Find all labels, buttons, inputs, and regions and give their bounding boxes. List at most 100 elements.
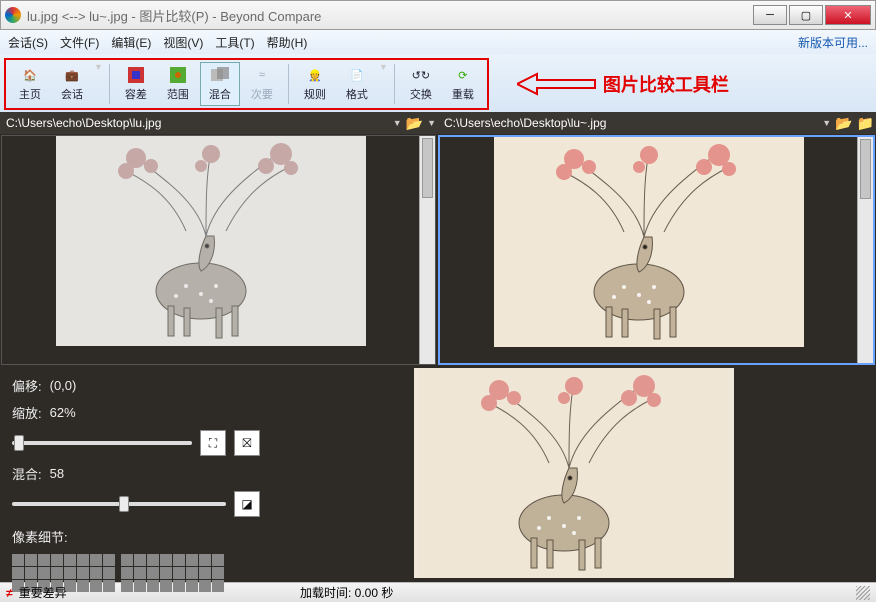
folder-icon[interactable]: 📁: [857, 115, 874, 132]
blend-label: 混合:: [12, 464, 42, 483]
format-icon: 📄: [347, 66, 367, 84]
left-path-input[interactable]: C:\Users\echo\Desktop\lu.jpg: [2, 116, 389, 130]
menu-edit[interactable]: 编辑(E): [111, 34, 151, 51]
right-scrollbar[interactable]: [857, 137, 873, 363]
home-button[interactable]: 🏠 主页: [10, 62, 50, 106]
session-label: 会话: [61, 86, 83, 102]
range-label: 范围: [167, 86, 189, 102]
deer-illustration: [494, 137, 804, 347]
format-label: 格式: [346, 86, 368, 102]
secondary-icon: ≈: [252, 66, 272, 84]
right-path-input[interactable]: C:\Users\echo\Desktop\lu~.jpg: [440, 116, 818, 130]
right-canvas: [440, 137, 857, 363]
picture-compare-toolbar: 🏠 主页 💼 会话 ▼ 容差 范围 混合 ≈ 次要 👷 规则 📄 格式 ▼ ↺↻交换 ⟳ 重…: [4, 58, 489, 110]
reload-icon: ⟳: [453, 66, 473, 84]
zoom-row: 缩放: 62%: [12, 403, 260, 422]
menu-session[interactable]: 会话(S): [8, 34, 48, 51]
tolerance-label: 容差: [125, 86, 147, 102]
chevron-down-icon[interactable]: ▼: [427, 118, 436, 128]
blend-value: 58: [50, 466, 64, 481]
minimize-button[interactable]: ─: [753, 5, 787, 25]
invert-button[interactable]: ◪: [234, 491, 260, 517]
right-path-area: C:\Users\echo\Desktop\lu~.jpg ▼ 📂 📁: [438, 115, 876, 132]
lower-panel: 偏移: (0,0) 缩放: 62% ⛶ ⛝ 混合: 58 ◪ 像素细节:: [0, 366, 876, 582]
zoom-value: 62%: [50, 405, 76, 420]
actual-size-button[interactable]: ⛝: [234, 430, 260, 456]
rules-button[interactable]: 👷 规则: [295, 62, 335, 106]
annotation-text: 图片比较工具栏: [603, 71, 729, 97]
range-icon: [168, 66, 188, 84]
menubar: 会话(S) 文件(F) 编辑(E) 视图(V) 工具(T) 帮助(H) 新版本可…: [0, 30, 876, 54]
left-canvas: [2, 136, 419, 364]
menu-file[interactable]: 文件(F): [60, 34, 99, 51]
range-button[interactable]: 范围: [158, 62, 198, 106]
blend-icon: [210, 66, 230, 84]
separator: [109, 64, 110, 104]
briefcase-icon: 💼: [62, 66, 82, 84]
update-link[interactable]: 新版本可用...: [798, 34, 868, 51]
arrow-icon: [517, 72, 597, 96]
swap-icon: ↺↻: [411, 66, 431, 84]
maximize-button[interactable]: ▢: [789, 5, 823, 25]
blend-row: 混合: 58: [12, 464, 260, 483]
scrollbar-thumb[interactable]: [422, 138, 433, 198]
session-button[interactable]: 💼 会话: [52, 62, 92, 106]
secondary-label: 次要: [251, 86, 273, 102]
rules-icon: 👷: [305, 66, 325, 84]
format-button[interactable]: 📄 格式: [337, 62, 377, 106]
reload-label: 重载: [452, 86, 474, 102]
left-scrollbar[interactable]: [419, 136, 435, 364]
session-dropdown-icon[interactable]: ▼: [94, 62, 103, 72]
scrollbar-thumb[interactable]: [860, 139, 871, 199]
window-title: lu.jpg <--> lu~.jpg - 图片比较(P) - Beyond C…: [27, 6, 753, 25]
blend-button[interactable]: 混合: [200, 62, 240, 106]
zoom-label: 缩放:: [12, 403, 42, 422]
left-image: [56, 136, 366, 346]
blend-preview: [272, 366, 876, 582]
status-loadtime: 加载时间: 0.00 秒: [300, 584, 393, 601]
reload-button[interactable]: ⟳ 重载: [443, 62, 483, 106]
path-dropdown-icon[interactable]: ▼: [822, 118, 831, 128]
offset-value: (0,0): [50, 378, 77, 393]
menu-tools[interactable]: 工具(T): [215, 34, 254, 51]
deer-illustration: [414, 368, 734, 578]
blend-slider-knob[interactable]: [119, 496, 129, 512]
separator: [288, 64, 289, 104]
pathbar: C:\Users\echo\Desktop\lu.jpg ▼ 📂 ▼ C:\Us…: [0, 112, 876, 134]
home-label: 主页: [19, 86, 41, 102]
tolerance-button[interactable]: 容差: [116, 62, 156, 106]
menu-help[interactable]: 帮助(H): [267, 34, 308, 51]
path-dropdown-icon[interactable]: ▼: [393, 118, 402, 128]
app-icon: [5, 7, 21, 23]
swap-button[interactable]: ↺↻交换: [401, 62, 441, 106]
format-dropdown-icon[interactable]: ▼: [379, 62, 388, 72]
tolerance-icon: [126, 66, 146, 84]
pixdetail-label: 像素细节:: [12, 527, 68, 546]
titlebar: lu.jpg <--> lu~.jpg - 图片比较(P) - Beyond C…: [0, 0, 876, 30]
left-pane[interactable]: [1, 135, 436, 365]
close-button[interactable]: ✕: [825, 5, 871, 25]
home-icon: 🏠: [20, 66, 40, 84]
right-pane[interactable]: [438, 135, 875, 365]
compare-panes: [0, 134, 876, 366]
annotation: 图片比较工具栏: [517, 71, 729, 97]
folder-open-icon[interactable]: 📂: [835, 115, 852, 132]
zoom-slider-knob[interactable]: [14, 435, 24, 451]
blend-slider[interactable]: [12, 502, 226, 506]
menu-view[interactable]: 视图(V): [163, 34, 203, 51]
offset-row: 偏移: (0,0): [12, 376, 260, 395]
resize-grip-icon[interactable]: [856, 586, 870, 600]
fit-button[interactable]: ⛶: [200, 430, 226, 456]
folder-open-icon[interactable]: 📂: [406, 115, 423, 132]
pixel-grid-right: [121, 554, 224, 592]
deer-illustration: [56, 136, 366, 346]
not-equal-icon: ≠: [6, 586, 13, 600]
rules-label: 规则: [304, 86, 326, 102]
controls-panel: 偏移: (0,0) 缩放: 62% ⛶ ⛝ 混合: 58 ◪ 像素细节:: [0, 366, 272, 582]
secondary-button[interactable]: ≈ 次要: [242, 62, 282, 106]
offset-label: 偏移:: [12, 376, 42, 395]
toolbar-area: 🏠 主页 💼 会话 ▼ 容差 范围 混合 ≈ 次要 👷 规则 📄 格式 ▼ ↺↻交换 ⟳ 重…: [0, 54, 876, 112]
separator: [394, 64, 395, 104]
zoom-slider[interactable]: [12, 441, 192, 445]
status-diff: 重要差异: [19, 584, 67, 601]
